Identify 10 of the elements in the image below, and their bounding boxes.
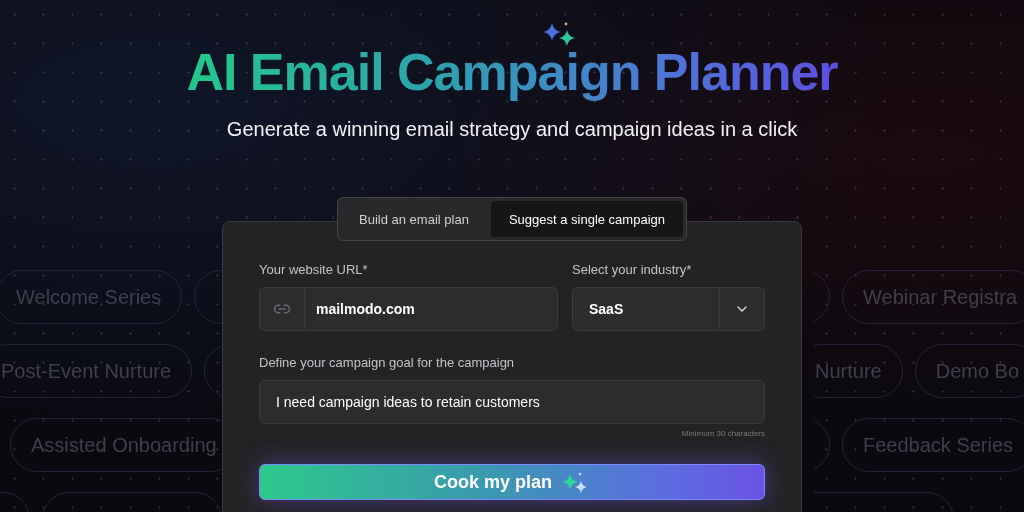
mode-tab[interactable]: Suggest a single campaign [490, 201, 683, 237]
field-label: Your website URL* [259, 262, 369, 277]
goal-field[interactable]: I need campaign ideas to retain customers [259, 380, 765, 424]
field-hint: Minimum 30 characters [681, 429, 765, 438]
mode-tab[interactable]: Build an email plan [341, 201, 487, 237]
page-subtitle: Generate a winning email strategy and campaign ideas in a click [226, 118, 798, 141]
field-label: Select your industry* [572, 262, 693, 277]
industry-select[interactable]: SaaS [572, 287, 765, 331]
url-field[interactable]: mailmodo.com [259, 287, 558, 331]
field-label: Define your campaign goal for the campaign [259, 355, 516, 370]
